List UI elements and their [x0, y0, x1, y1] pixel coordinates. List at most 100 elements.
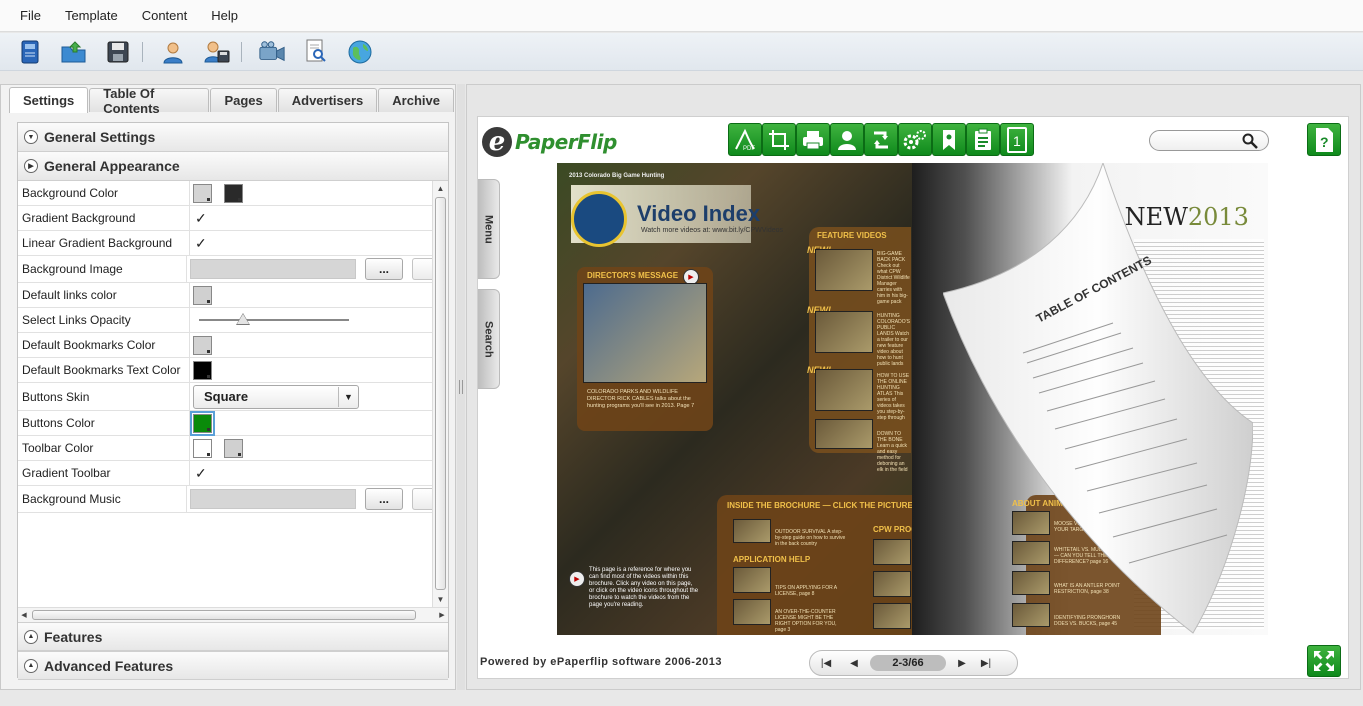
property-label: Buttons Color	[18, 411, 190, 435]
crop-button[interactable]	[762, 123, 796, 156]
clear-button[interactable]	[412, 258, 432, 280]
scroll-up-icon[interactable]: ▲	[433, 181, 448, 196]
side-tab-menu[interactable]: Menu	[478, 179, 500, 279]
property-value	[190, 358, 432, 382]
background-music-field[interactable]	[190, 489, 356, 509]
scroll-left-icon[interactable]: ◀	[18, 608, 30, 622]
pdf-button[interactable]: PDF	[728, 123, 762, 156]
globe-icon[interactable]	[346, 38, 374, 66]
splitter-grip[interactable]	[459, 380, 463, 394]
section-features[interactable]: ▲ Features	[18, 622, 448, 651]
background-image-field[interactable]	[190, 259, 356, 279]
video-thumbnail[interactable]	[815, 369, 873, 411]
scroll-thumb[interactable]	[435, 197, 446, 590]
notes-button[interactable]	[966, 123, 1000, 156]
svg-text:?: ?	[1320, 134, 1329, 150]
video-thumbnail[interactable]	[815, 419, 873, 449]
browse-button[interactable]: ...	[365, 488, 403, 510]
new-book-icon[interactable]	[16, 38, 44, 66]
tab-table-of-contents[interactable]: Table Of Contents	[89, 86, 210, 116]
fullscreen-button[interactable]	[1307, 645, 1341, 677]
scroll-right-icon[interactable]: ▶	[436, 608, 448, 622]
scroll-down-icon[interactable]: ▼	[433, 592, 448, 607]
color-swatch[interactable]	[224, 183, 243, 203]
video-thumbnail[interactable]	[583, 283, 707, 383]
tab-pages[interactable]: Pages	[210, 88, 277, 112]
video-thumbnail[interactable]	[733, 519, 771, 543]
prev-page-icon[interactable]: ◀	[846, 658, 862, 669]
video-thumbnail[interactable]	[733, 599, 771, 625]
clear-button[interactable]	[412, 488, 432, 510]
property-value	[190, 410, 432, 436]
color-swatch[interactable]	[193, 360, 212, 380]
color-swatch[interactable]	[190, 410, 215, 436]
menu-file[interactable]: File	[20, 8, 41, 23]
checkbox-checked[interactable]: ✓	[195, 465, 207, 482]
magazine-spread[interactable]: 2013 Colorado Big Game Hunting Video Ind…	[557, 163, 1268, 635]
property-row: Buttons Skin Square ▼	[18, 383, 432, 411]
video-thumbnail[interactable]	[873, 571, 911, 597]
horizontal-scrollbar[interactable]: ◀ ▶	[18, 607, 448, 622]
tab-archive[interactable]: Archive	[378, 88, 454, 112]
slider-handle[interactable]	[237, 314, 249, 324]
print-button[interactable]	[796, 123, 830, 156]
color-swatch[interactable]	[193, 438, 212, 458]
settings-gears-button[interactable]	[898, 123, 932, 156]
page-curl[interactable]: TABLE OF CONTENTS	[943, 163, 1253, 635]
single-page-button[interactable]: 1	[1000, 123, 1034, 156]
toolbar-separator	[241, 41, 242, 62]
main-toolbar	[0, 33, 1363, 71]
section-general-settings[interactable]: ▼ General Settings	[18, 123, 448, 152]
property-row: Select Links Opacity	[18, 308, 432, 333]
help-button[interactable]: ?	[1307, 123, 1341, 156]
video-thumbnail[interactable]	[733, 567, 771, 593]
section-advanced-features[interactable]: ▲ Advanced Features	[18, 651, 448, 680]
menu-template[interactable]: Template	[65, 8, 118, 23]
video-camera-icon[interactable]	[258, 38, 286, 66]
color-swatch[interactable]	[224, 438, 243, 458]
video-thumbnail[interactable]	[873, 603, 911, 629]
search-icon[interactable]	[1242, 133, 1258, 149]
color-swatch[interactable]	[193, 285, 212, 305]
scroll-thumb[interactable]	[32, 610, 416, 620]
publish-user-icon[interactable]	[203, 38, 231, 66]
next-page-icon[interactable]: ▶	[954, 658, 970, 669]
page-number-field[interactable]: 2-3/66	[870, 655, 946, 671]
color-swatch[interactable]	[193, 335, 212, 355]
first-page-icon[interactable]: |◀	[818, 658, 834, 669]
buttons-skin-select[interactable]: Square ▼	[193, 384, 359, 409]
viewer-search-input[interactable]	[1149, 130, 1269, 151]
video-thumbnail[interactable]	[815, 311, 873, 353]
page-header: 2013 Colorado Big Game Hunting	[569, 173, 665, 179]
save-disk-icon[interactable]	[104, 38, 132, 66]
section-general-appearance[interactable]: ▶ General Appearance	[18, 152, 448, 181]
preview-document-icon[interactable]	[302, 38, 330, 66]
bookmark-button[interactable]	[932, 123, 966, 156]
opacity-slider[interactable]	[199, 313, 349, 326]
menu-content[interactable]: Content	[142, 8, 188, 23]
menu-help[interactable]: Help	[211, 8, 238, 23]
open-folder-icon[interactable]	[60, 38, 88, 66]
share-user-button[interactable]	[830, 123, 864, 156]
left-page[interactable]: 2013 Colorado Big Game Hunting Video Ind…	[557, 163, 994, 635]
section-title: Advanced Features	[44, 657, 174, 674]
checkbox-checked[interactable]: ✓	[195, 235, 207, 252]
color-swatch[interactable]	[193, 183, 212, 203]
browse-button[interactable]: ...	[365, 258, 403, 280]
refresh-button[interactable]	[864, 123, 898, 156]
side-tab-search[interactable]: Search	[478, 289, 500, 389]
tab-advertisers[interactable]: Advertisers	[277, 88, 378, 112]
last-page-icon[interactable]: ▶|	[978, 658, 994, 669]
play-video-icon[interactable]: ▶	[569, 571, 585, 587]
property-grid: Background Color Gradient Background ✓ L…	[18, 181, 432, 607]
video-thumbnail[interactable]	[815, 249, 873, 291]
page-subtitle: Watch more videos at: www.bit.ly/CPWVide…	[641, 227, 783, 234]
vertical-scrollbar[interactable]: ▲ ▼	[432, 181, 448, 607]
tab-settings[interactable]: Settings	[9, 87, 89, 113]
checkbox-checked[interactable]: ✓	[195, 210, 207, 227]
chevron-down-icon[interactable]: ▼	[338, 386, 358, 407]
user-icon[interactable]	[159, 38, 187, 66]
panel-splitter[interactable]	[457, 84, 465, 690]
video-thumbnail[interactable]	[873, 539, 911, 565]
property-label: Default Bookmarks Color	[18, 333, 190, 357]
